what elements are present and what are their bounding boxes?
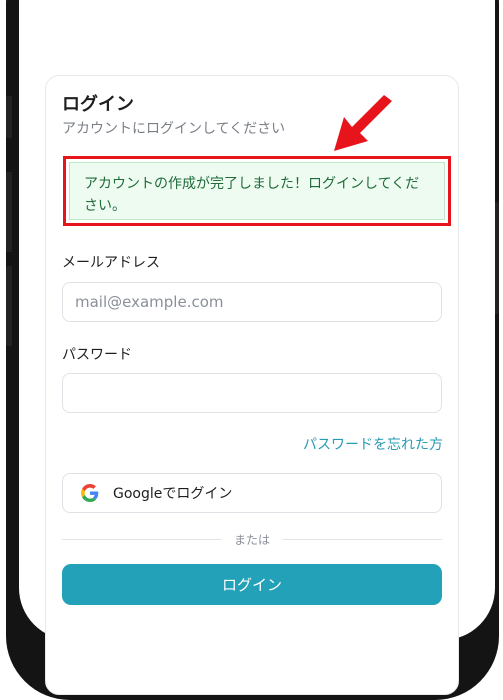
login-button[interactable]: ログイン — [62, 564, 442, 605]
red-arrow-icon — [334, 95, 392, 151]
forgot-password-link[interactable]: パスワードを忘れた方 — [303, 434, 443, 454]
success-alert: アカウントの作成が完了しました！ログインしてください。 — [69, 162, 445, 220]
phone-side-button — [6, 96, 12, 138]
success-highlight-box: アカウントの作成が完了しました！ログインしてください。 — [63, 156, 451, 226]
or-divider: または — [62, 530, 443, 548]
phone-side-button — [6, 266, 12, 346]
divider-line — [282, 538, 443, 540]
divider-text: または — [234, 532, 271, 547]
page-subtitle: アカウントにログインしてください — [62, 121, 286, 137]
email-field[interactable] — [62, 282, 442, 322]
google-login-button[interactable]: Googleでログイン — [62, 473, 442, 513]
password-field[interactable] — [62, 373, 442, 413]
email-label: メールアドレス — [62, 255, 160, 271]
page-title: ログイン — [62, 94, 134, 115]
password-label: パスワード — [62, 347, 132, 363]
divider-line — [62, 538, 222, 540]
google-icon — [81, 484, 99, 502]
google-login-label: Googleでログイン — [113, 486, 233, 502]
phone-side-button — [6, 172, 12, 252]
